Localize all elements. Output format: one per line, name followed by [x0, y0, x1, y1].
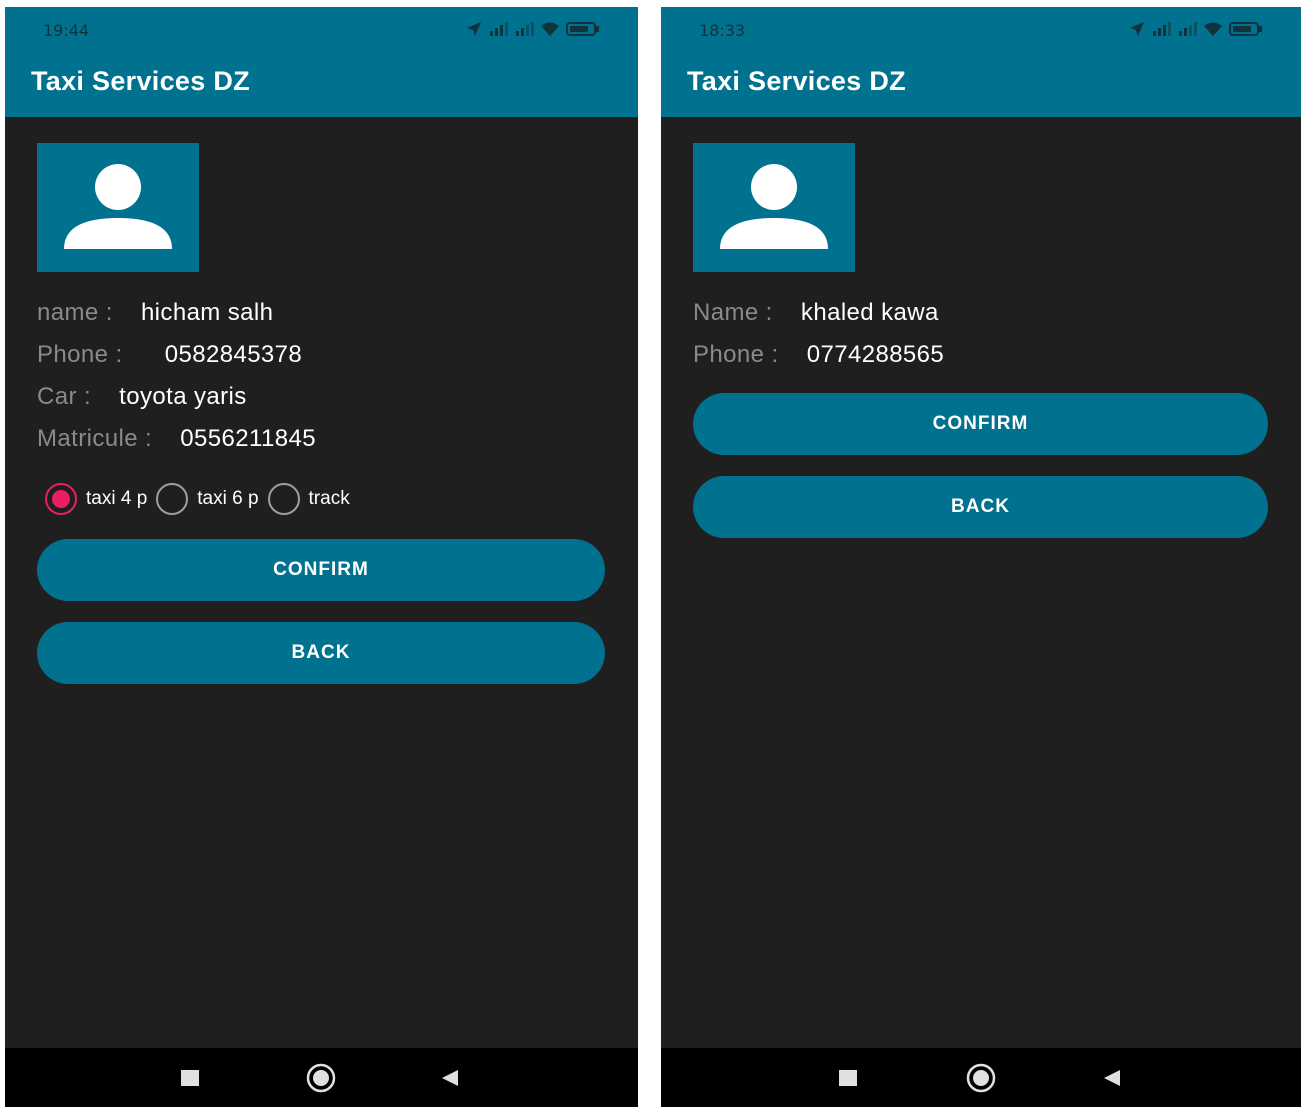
- confirm-button[interactable]: CONFIRM: [37, 539, 605, 601]
- radio-taxi-6p[interactable]: taxi 6 p: [156, 483, 267, 515]
- back-icon[interactable]: [420, 1048, 480, 1107]
- name-row: Name : khaled kawa: [693, 299, 939, 327]
- navigation-bar: [5, 1048, 638, 1107]
- recent-apps-icon[interactable]: [160, 1048, 220, 1107]
- status-time: 18:33: [699, 21, 746, 40]
- name-value: hicham salh: [140, 299, 274, 326]
- phone-value: 0582845378: [164, 341, 303, 368]
- recent-apps-icon[interactable]: [818, 1048, 878, 1107]
- radio-label: taxi 6 p: [197, 488, 259, 509]
- radio-label: taxi 4 p: [86, 488, 148, 509]
- battery-icon: [1229, 21, 1263, 37]
- phone-row: Phone : 0774288565: [693, 341, 944, 369]
- radio-track[interactable]: track: [267, 483, 359, 515]
- wifi-icon: [1203, 21, 1223, 37]
- radio-unselected-icon[interactable]: [156, 483, 189, 515]
- car-label: Car :: [37, 383, 92, 410]
- name-label: Name :: [693, 299, 773, 326]
- matricule-label: Matricule :: [37, 425, 153, 452]
- user-avatar-icon: [693, 143, 855, 272]
- back-button[interactable]: BACK: [693, 476, 1268, 538]
- phone-row: Phone : 0582845378: [37, 341, 302, 369]
- phone-value: 0774288565: [806, 341, 945, 368]
- vehicle-type-radio-group: taxi 4 p taxi 6 p track: [45, 483, 359, 515]
- radio-taxi-4p[interactable]: taxi 4 p: [45, 483, 156, 515]
- wifi-icon: [540, 21, 560, 37]
- status-icons: [1129, 21, 1263, 37]
- matricule-value: 0556211845: [180, 425, 316, 452]
- name-row: name : hicham salh: [37, 299, 273, 327]
- matricule-row: Matricule : 0556211845: [37, 425, 316, 453]
- phone-screen-client-details: 18:33 Taxi Services DZ Name : khaled kaw…: [661, 7, 1301, 1107]
- signal-icon: [514, 22, 534, 36]
- user-avatar-icon: [37, 143, 199, 272]
- signal-icon: [488, 22, 508, 36]
- location-icon: [1129, 21, 1145, 37]
- battery-icon: [566, 21, 600, 37]
- home-icon[interactable]: [291, 1048, 351, 1107]
- back-button[interactable]: BACK: [37, 622, 605, 684]
- location-icon: [466, 21, 482, 37]
- name-label: name :: [37, 299, 113, 326]
- car-row: Car : toyota yaris: [37, 383, 247, 411]
- confirm-button[interactable]: CONFIRM: [693, 393, 1268, 455]
- radio-label: track: [308, 488, 350, 509]
- app-bar: 18:33 Taxi Services DZ: [661, 7, 1301, 117]
- phone-screen-driver-details: 19:44 Taxi Services DZ name : hicham sal…: [5, 7, 638, 1107]
- app-bar: 19:44 Taxi Services DZ: [5, 7, 638, 117]
- phone-label: Phone :: [693, 341, 779, 368]
- app-title: Taxi Services DZ: [687, 66, 906, 96]
- home-icon[interactable]: [951, 1048, 1011, 1107]
- status-icons: [466, 21, 600, 37]
- signal-icon: [1151, 22, 1171, 36]
- navigation-bar: [661, 1048, 1301, 1107]
- car-value: toyota yaris: [119, 383, 247, 410]
- status-time: 19:44: [43, 21, 90, 40]
- signal-icon: [1177, 22, 1197, 36]
- radio-selected-icon[interactable]: [45, 483, 77, 515]
- phone-label: Phone :: [37, 341, 123, 368]
- back-icon[interactable]: [1082, 1048, 1142, 1107]
- app-title: Taxi Services DZ: [31, 66, 250, 96]
- radio-unselected-icon[interactable]: [267, 483, 300, 515]
- name-value: khaled kawa: [800, 299, 939, 326]
